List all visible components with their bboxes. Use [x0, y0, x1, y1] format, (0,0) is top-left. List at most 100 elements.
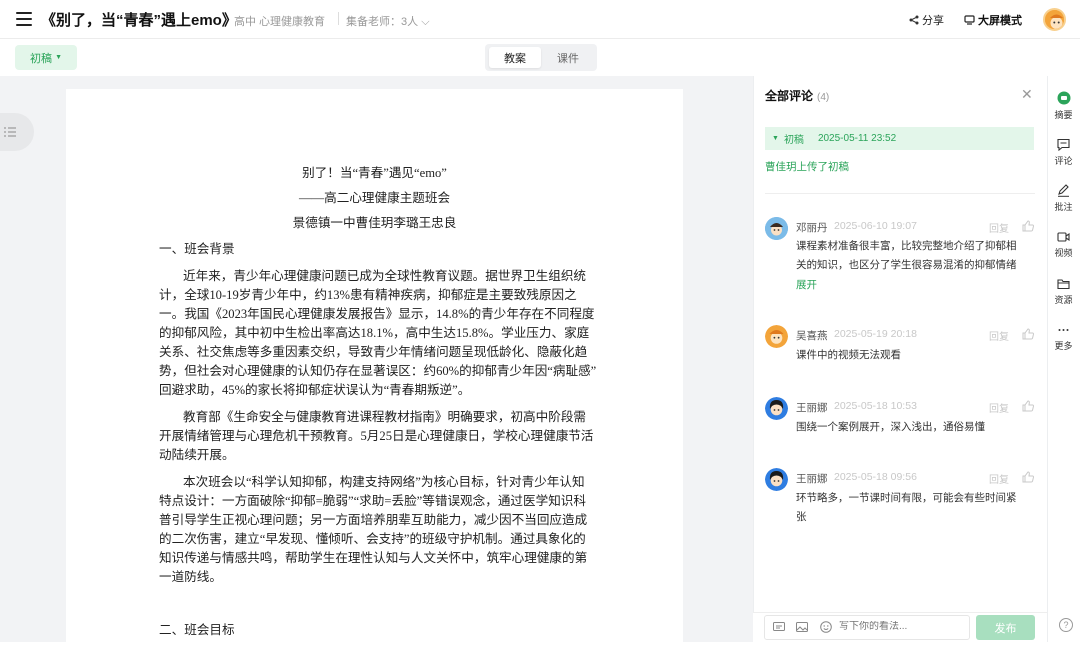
rail-label: 视频 [1054, 248, 1073, 258]
expand-link[interactable]: 展开 [796, 277, 817, 292]
doc-line: 关系、社交焦虑等多重因素交织，导致青少年情绪问题呈现低龄化、隐蔽化趋 [159, 345, 588, 359]
help-icon[interactable]: ? [1059, 618, 1073, 632]
image-icon[interactable] [796, 622, 808, 633]
rail-label: 更多 [1054, 341, 1073, 351]
doc-line: 开展情绪管理与心理危机干预教育。5月25日是心理健康日，学校心理健康节活 [159, 429, 594, 443]
rail-label: 摘要 [1054, 110, 1073, 120]
comment-author: 邓丽丹 [796, 222, 828, 234]
document-page: 别了！当“青春”遇见“emo” ——高二心理健康主题班会 景德镇一中曹佳玥李璐王… [66, 89, 683, 649]
doc-subtitle: ——高二心理健康主题班会 [298, 191, 451, 205]
rail-label: 资源 [1054, 295, 1073, 305]
thumbs-up-icon[interactable] [1022, 328, 1034, 340]
comments-title: 全部评论 (4) [765, 87, 829, 104]
comment-author: 王丽娜 [796, 473, 828, 485]
doc-line: 一。我国《2023年国民心理健康发展报告》显示，14.8%的青少年存在不同程度 [159, 307, 595, 321]
draft-date: 2025-05-11 23:52 [817, 133, 897, 144]
thumbs-up-icon[interactable] [1022, 400, 1034, 412]
rail-item-annotate[interactable]: 批注 [1047, 184, 1080, 213]
more-icon [1058, 329, 1069, 331]
doc-line: 的二次伤害，建立“早发现、懂倾听、会支持”的班级守护机制。通过具象化的 [159, 532, 586, 546]
doc-line: 普引导学生正视心理问题；另一方面培养朋辈互助能力，减少因不当回应造成 [159, 513, 588, 527]
comment-text: 课件中的视频无法观看 [796, 349, 901, 361]
share-button[interactable]: 分享 [909, 12, 944, 28]
avatar [765, 325, 788, 348]
section-heading: 一、班会背景 [159, 242, 235, 256]
caret-down-icon: ▼ [772, 135, 779, 142]
comment-author: 吴喜燕 [796, 330, 828, 342]
reply-button[interactable]: 回复 [989, 220, 1009, 235]
doc-line: 动陆续开展。 [159, 448, 235, 462]
draft-version-row[interactable]: ▼ 初稿 2025-05-11 23:52 [765, 127, 1034, 150]
section-heading: 二、班会目标 [159, 623, 235, 637]
doc-line: 的抑郁风险，其中初中生检出率高达18.1%，高中生达15.8%。学业压力、家庭 [159, 326, 590, 340]
folder-icon [1057, 279, 1070, 290]
comment-text: 课程素材准备很丰富，比较完整地介绍了抑郁相 [796, 240, 1017, 252]
thumbs-up-icon[interactable] [1022, 220, 1034, 232]
publish-button[interactable]: 发布 [976, 615, 1035, 640]
avatar [765, 217, 788, 240]
comment-time: 2025-05-18 10:53 [834, 400, 917, 412]
rail-item-summary[interactable]: 摘要 [1047, 91, 1080, 121]
thumbs-up-icon[interactable] [1022, 471, 1034, 483]
outline-icon [4, 127, 16, 137]
comment-time: 2025-06-10 19:07 [834, 220, 917, 232]
comment-text: 围绕一个案例展开，深入浅出，通俗易懂 [796, 421, 985, 433]
rail-label: 评论 [1054, 156, 1073, 166]
chevron-down-icon: ⌵ [421, 16, 430, 28]
divider [338, 12, 339, 25]
tab-lesson-plan[interactable]: 教案 [489, 47, 541, 68]
screenshot-icon[interactable] [773, 622, 785, 633]
rail-item-video[interactable]: 视频 [1047, 231, 1080, 259]
comment-input[interactable] [839, 621, 959, 632]
reply-button[interactable]: 回复 [989, 328, 1009, 343]
emoji-icon[interactable] [820, 621, 832, 633]
summary-icon [1057, 91, 1070, 105]
tab-courseware[interactable]: 课件 [542, 47, 594, 68]
divider [765, 193, 1035, 194]
user-avatar[interactable] [1043, 8, 1066, 31]
pen-icon [1058, 184, 1069, 197]
video-icon [1057, 232, 1070, 242]
doc-line: 计，全球10-19岁青少年中，约13%患有精神疾病，抑郁症是主要致残原因之 [159, 288, 577, 302]
upload-note: 曹佳玥上传了初稿 [765, 161, 849, 173]
doc-line: 一道防线。 [159, 570, 222, 584]
comment-icon [1057, 138, 1070, 151]
comments-count: (4) [817, 92, 830, 103]
coteachers-label: 集备老师：3人 [346, 16, 419, 28]
monitor-icon [964, 15, 975, 25]
coteachers-dropdown[interactable]: 集备老师：3人 ⌵ [346, 13, 430, 29]
doc-line: 回避求助，45%的家长将抑郁症状误认为“青春期叛逆”。 [159, 383, 471, 397]
comment-text: 张 [796, 511, 807, 523]
rail-item-comments[interactable]: 评论 [1047, 138, 1080, 167]
caret-down-icon: ▼ [55, 54, 62, 61]
reply-button[interactable]: 回复 [989, 400, 1009, 415]
share-icon [909, 15, 919, 25]
comment-text: 环节略多，一节课时间有限，可能会有些时间紧 [796, 492, 1017, 504]
version-dropdown[interactable]: 初稿 ▼ [15, 45, 77, 70]
comments-title-label: 全部评论 [765, 89, 814, 103]
comment-text: 关的知识，也区分了学生很容易混淆的抑郁情绪 [796, 259, 1017, 271]
doc-title: 别了！当“青春”遇见“emo” [302, 166, 447, 180]
avatar [765, 468, 788, 491]
doc-line: 近年来，青少年心理健康问题已成为全球性教育议题。据世界卫生组织统 [183, 269, 586, 283]
bigscreen-button[interactable]: 大屏模式 [964, 12, 1022, 28]
menu-icon[interactable] [16, 12, 32, 26]
comment-time: 2025-05-19 20:18 [834, 328, 917, 340]
comment-time: 2025-05-18 09:56 [834, 471, 917, 483]
doc-authors: 景德镇一中曹佳玥李璐王忠良 [292, 216, 457, 230]
bigscreen-label: 大屏模式 [978, 15, 1022, 27]
comment-author: 王丽娜 [796, 402, 828, 414]
close-icon[interactable]: ✕ [1021, 86, 1033, 103]
rail-label: 批注 [1054, 202, 1073, 212]
page-title: 《别了，当“青春”遇上emo》 [41, 12, 237, 29]
rail-item-more[interactable]: 更多 [1047, 324, 1080, 352]
rail-item-resources[interactable]: 资源 [1047, 278, 1080, 306]
reply-button[interactable]: 回复 [989, 471, 1009, 486]
doc-line: 知识传递与情感共鸣，帮助学生在理性认知与人文关怀中，筑牢心理健康的第 [159, 551, 588, 565]
doc-line: 本次班会以“科学认知抑郁，构建支持网络”为核心目标，针对青少年认知 [183, 475, 585, 489]
share-label: 分享 [922, 15, 944, 27]
doc-line: 势，但社会对心理健康的认知仍存在显著误区：约60%的抑郁青少年因“病耻感” [159, 364, 597, 378]
version-label: 初稿 [30, 52, 52, 65]
doc-line: 教育部《生命安全与健康教育进课程教材指南》明确要求，初高中阶段需 [183, 410, 586, 424]
doc-line: 特点设计：一方面破除“抑郁=脆弱”“求助=丢脸”等错误观念，通过医学知识科 [159, 494, 586, 508]
